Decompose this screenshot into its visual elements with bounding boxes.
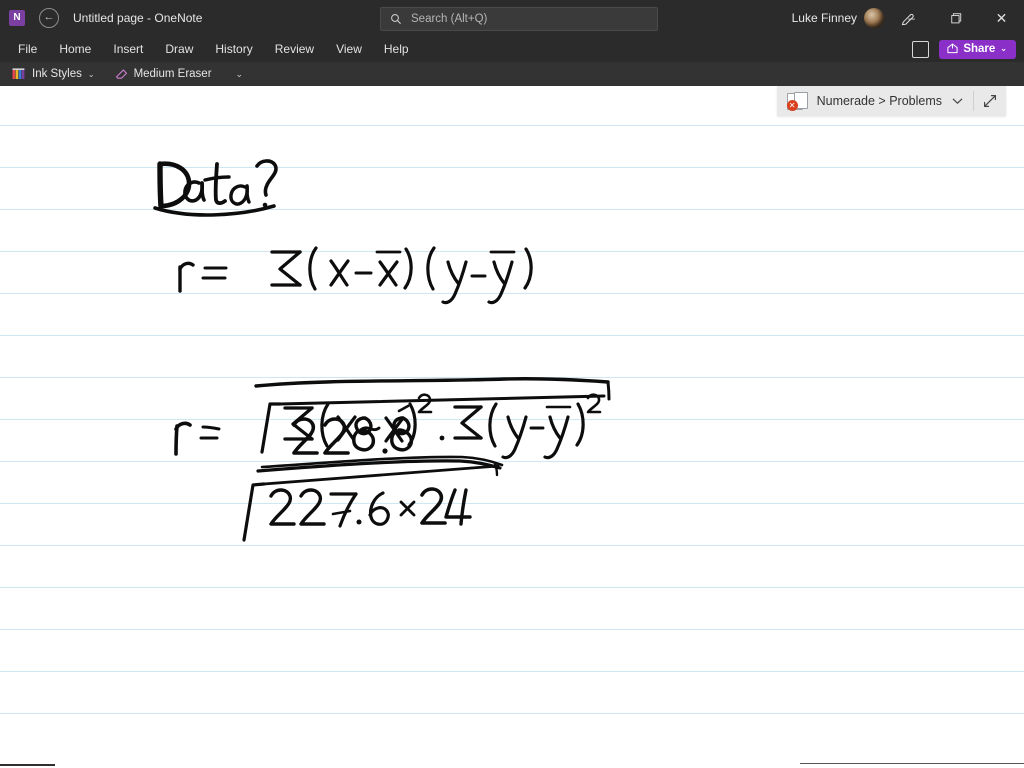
menu-item-file[interactable]: File <box>8 39 47 59</box>
ink-styles-icon <box>12 67 26 81</box>
menu-item-view[interactable]: View <box>326 39 372 59</box>
share-button-label: Share <box>963 42 996 55</box>
menu-item-home[interactable]: Home <box>49 39 101 59</box>
share-button[interactable]: Share ⌄ <box>939 39 1016 59</box>
bottom-edge-marks <box>0 86 1024 768</box>
window-title: Untitled page - OneNote <box>73 11 203 25</box>
user-name-label: Luke Finney <box>791 11 857 25</box>
ink-styles-label: Ink Styles <box>32 68 82 80</box>
account-area[interactable]: Luke Finney <box>792 0 884 36</box>
search-input[interactable] <box>409 12 657 26</box>
chevron-down-icon: ⌄ <box>87 69 95 79</box>
medium-eraser-label: Medium Eraser <box>133 68 212 80</box>
avatar[interactable] <box>864 8 884 28</box>
minimize-button[interactable]: – <box>889 0 934 36</box>
chevron-down-icon: ⌄ <box>1000 44 1007 53</box>
eraser-icon <box>115 68 128 81</box>
ink-styles-button[interactable]: Ink Styles ⌄ <box>4 66 103 83</box>
note-page-canvas[interactable]: ✕ Numerade > Problems <box>0 86 1024 768</box>
note-page-icon[interactable] <box>912 40 930 58</box>
menu-bar-right-group: Share ⌄ <box>912 36 1016 62</box>
back-button[interactable]: ← <box>39 8 59 28</box>
draw-ribbon: Ink Styles ⌄ Medium Eraser ⌄ <box>0 62 1024 86</box>
menu-item-review[interactable]: Review <box>265 39 324 59</box>
menu-item-insert[interactable]: Insert <box>103 39 153 59</box>
search-box[interactable] <box>380 7 658 31</box>
search-icon <box>390 13 402 25</box>
restore-button[interactable] <box>934 0 979 36</box>
menu-item-draw[interactable]: Draw <box>155 39 203 59</box>
close-button[interactable]: ✕ <box>979 0 1024 36</box>
menu-bar: File Home Insert Draw History Review Vie… <box>0 36 1024 62</box>
onenote-window: N ← Untitled page - OneNote Luke Finney … <box>0 0 1024 768</box>
medium-eraser-button[interactable]: Medium Eraser <box>107 66 220 83</box>
share-icon <box>947 43 958 54</box>
menu-item-history[interactable]: History <box>205 39 262 59</box>
window-controls: – ✕ <box>889 0 1024 36</box>
ribbon-overflow-button[interactable]: ⌄ <box>230 67 250 82</box>
menu-item-help[interactable]: Help <box>374 39 419 59</box>
onenote-logo-icon: N <box>9 10 25 26</box>
